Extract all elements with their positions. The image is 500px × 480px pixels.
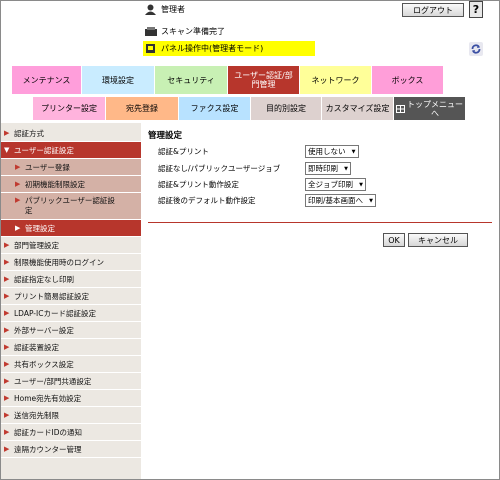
sidebar-item-auth-device[interactable]: ▶ 認証装置設定 xyxy=(1,339,141,356)
arrow-right-icon: ▶ xyxy=(4,428,10,436)
top-menu-icon xyxy=(396,104,405,113)
arrow-right-icon: ▶ xyxy=(15,224,21,232)
tab-security[interactable]: セキュリティ xyxy=(155,66,228,94)
cancel-button[interactable]: キャンセル xyxy=(408,233,468,247)
admin-mode-banner: パネル操作中(管理者モード) xyxy=(143,41,315,56)
sidebar-item-send-restrict[interactable]: ▶ 送信宛先制限 xyxy=(1,407,141,424)
arrow-right-icon: ▶ xyxy=(4,258,10,266)
setting-label-auth-print: 認証&プリント xyxy=(158,147,209,156)
tab-maintenance[interactable]: メンテナンス xyxy=(12,66,82,94)
arrow-right-icon: ▶ xyxy=(15,196,21,204)
arrow-right-icon: ▶ xyxy=(4,292,10,300)
status-text: スキャン準備完了 xyxy=(161,27,225,36)
sidebar-item-shared-box[interactable]: ▶ 共有ボックス設定 xyxy=(1,356,141,373)
scanner-icon xyxy=(144,26,157,37)
arrow-right-icon: ▶ xyxy=(4,377,10,385)
sidebar-item-remote-counter[interactable]: ▶ 遠隔カウンター管理 xyxy=(1,441,141,458)
sidebar-item-restricted-login[interactable]: ▶ 制限機能使用時のログイン xyxy=(1,254,141,271)
arrow-down-icon: ▼ xyxy=(4,146,10,154)
sidebar-item-initial-limits[interactable]: ▶ 初期機能制限設定 xyxy=(1,176,141,193)
logout-button[interactable]: ログアウト xyxy=(402,3,464,17)
sidebar-item-ldap-ic[interactable]: ▶ LDAP-ICカード認証設定 xyxy=(1,305,141,322)
arrow-right-icon: ▶ xyxy=(4,445,10,453)
default-action-select[interactable]: 印刷/基本画面へ xyxy=(305,194,377,207)
sidebar-item-public-user-auth[interactable]: ▶ パブリックユーザー認証設 定 xyxy=(1,193,141,220)
top-menu-label: トップメニュー へ xyxy=(407,99,463,118)
banner-text: パネル操作中(管理者モード) xyxy=(161,44,264,53)
public-job-select[interactable]: 即時印刷 xyxy=(305,162,351,175)
panel-icon xyxy=(145,43,158,54)
sidebar-item-dept-settings[interactable]: ▶ 部門管理設定 xyxy=(1,237,141,254)
setting-label-public-job: 認証なし/パブリックユーザージョブ xyxy=(158,164,281,173)
sidebar-item-card-id-notify[interactable]: ▶ 認証カードIDの通知 xyxy=(1,424,141,441)
setting-label-print-operation: 認証&プリント動作設定 xyxy=(158,180,239,189)
tab-network[interactable]: ネットワーク xyxy=(300,66,372,94)
arrow-right-icon: ▶ xyxy=(4,129,10,137)
arrow-right-icon: ▶ xyxy=(4,275,10,283)
user-name: 管理者 xyxy=(161,5,185,14)
arrow-right-icon: ▶ xyxy=(15,180,21,188)
status-row: スキャン準備完了 xyxy=(144,26,225,37)
arrow-right-icon: ▶ xyxy=(4,309,10,317)
arrow-right-icon: ▶ xyxy=(4,360,10,368)
arrow-right-icon: ▶ xyxy=(4,411,10,419)
sidebar-item-admin-settings[interactable]: ▶ 管理設定 xyxy=(1,220,141,237)
tab-user-auth[interactable]: ユーザー認証/部 門管理 xyxy=(228,66,300,94)
arrow-right-icon: ▶ xyxy=(4,394,10,402)
setting-label-default-action: 認証後のデフォルト動作設定 xyxy=(158,196,256,205)
user-row: 管理者 xyxy=(144,4,185,15)
sidebar-item-auth-method[interactable]: ▶ 認証方式 xyxy=(1,125,141,142)
refresh-icon xyxy=(468,41,483,56)
subtab-printer[interactable]: プリンター設定 xyxy=(33,97,106,120)
help-button[interactable]: ? xyxy=(469,1,483,18)
sidebar-item-user-auth-settings[interactable]: ▼ ユーザー認証設定 xyxy=(1,142,141,159)
subtab-top-menu[interactable]: トップメニュー へ xyxy=(394,97,466,120)
subtab-fax[interactable]: ファクス設定 xyxy=(179,97,251,120)
page-title: 管理設定 xyxy=(148,131,183,141)
tab-box[interactable]: ボックス xyxy=(372,66,444,94)
user-icon xyxy=(144,4,157,15)
sidebar-item-common-settings[interactable]: ▶ ユーザー/部門共通設定 xyxy=(1,373,141,390)
subtab-address[interactable]: 宛先登録 xyxy=(106,97,179,120)
sidebar-item-external-server[interactable]: ▶ 外部サーバー設定 xyxy=(1,322,141,339)
sidebar-item-unauth-print[interactable]: ▶ 認証指定なし印刷 xyxy=(1,271,141,288)
arrow-right-icon: ▶ xyxy=(4,241,10,249)
arrow-right-icon: ▶ xyxy=(4,343,10,351)
tab-environment[interactable]: 環境設定 xyxy=(82,66,155,94)
arrow-right-icon: ▶ xyxy=(15,163,21,171)
subtab-purpose[interactable]: 目的別設定 xyxy=(251,97,322,120)
auth-print-select[interactable]: 使用しない xyxy=(305,145,359,158)
ok-button[interactable]: OK xyxy=(383,233,405,247)
subtab-customize[interactable]: カスタマイズ設定 xyxy=(322,97,394,120)
print-operation-select[interactable]: 全ジョブ印刷 xyxy=(305,178,366,191)
sidebar: ▶ 認証方式 ▼ ユーザー認証設定 ▶ ユーザー登録 ▶ 初期機能制限設定 ▶ パブリック… xyxy=(1,123,141,479)
refresh-button[interactable] xyxy=(468,41,483,56)
sidebar-item-user-registration[interactable]: ▶ ユーザー登録 xyxy=(1,159,141,176)
arrow-right-icon: ▶ xyxy=(4,326,10,334)
content-divider xyxy=(148,222,492,223)
sidebar-item-simple-print-auth[interactable]: ▶ プリント簡易認証設定 xyxy=(1,288,141,305)
sidebar-item-home-dest[interactable]: ▶ Home宛先有効設定 xyxy=(1,390,141,407)
